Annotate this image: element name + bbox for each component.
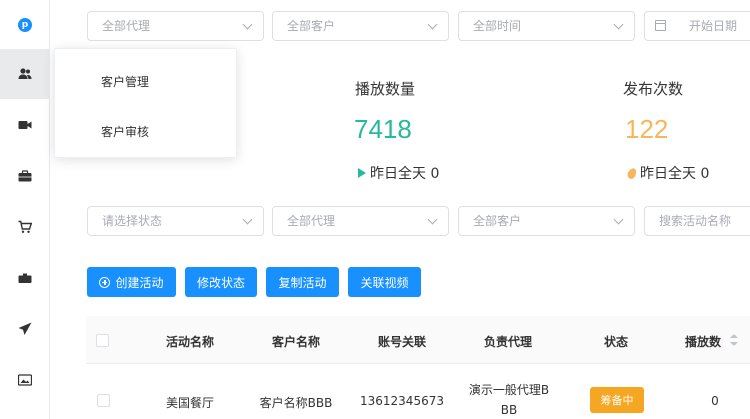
row-agent-line2: BB [500, 403, 518, 417]
link-video-button[interactable]: 关联视频 [348, 267, 421, 297]
publishes-stat-yesterday-text: 昨日全天 0 [640, 166, 710, 182]
publishes-stat-label: 发布次数 [623, 80, 684, 98]
create-activity-label: 创建活动 [115, 275, 164, 290]
link-video-label: 关联视频 [360, 275, 409, 290]
list-agent-filter-select[interactable]: 全部代理 [272, 206, 449, 236]
sidebar-item-video[interactable] [0, 100, 50, 150]
row-customer-name: 客户名称BBB [259, 396, 333, 410]
chevron-down-icon [427, 19, 438, 30]
copy-activity-button[interactable]: 复制活动 [266, 267, 339, 297]
chevron-down-icon [613, 214, 624, 225]
sidebar-item-customers[interactable] [0, 49, 50, 99]
status-badge: 筹备中 [590, 387, 644, 413]
sort-icon[interactable] [730, 334, 738, 346]
sidebar-item-home[interactable]: p [0, 0, 50, 50]
agent-filter-select[interactable]: 全部代理 [87, 11, 264, 41]
time-filter-select[interactable]: 全部时间 [458, 11, 635, 41]
suitcase-icon [18, 273, 32, 283]
send-icon [18, 322, 32, 335]
customer-filter-select[interactable]: 全部客户 [272, 11, 449, 41]
list-agent-filter-value: 全部代理 [287, 214, 336, 228]
row-agent-line1: 演示一般代理B [468, 383, 550, 397]
play-icon [358, 168, 366, 178]
plays-stat-label: 播放数量 [355, 80, 416, 98]
plays-stat-yesterday-text: 昨日全天 0 [370, 166, 440, 182]
sidebar-item-work[interactable] [0, 253, 50, 303]
table-header: 活动名称 客户名称 账号关联 负责代理 状态 播放数 [86, 316, 750, 364]
status-filter-value: 请选择状态 [102, 214, 163, 228]
chevron-down-icon [427, 214, 438, 225]
column-agent[interactable]: 负责代理 [472, 333, 544, 350]
row-activity-name: 美国餐厅 [165, 396, 214, 410]
time-filter-value: 全部时间 [473, 19, 522, 33]
customer-filter-value: 全部客户 [287, 19, 336, 33]
chevron-down-icon [613, 19, 624, 30]
image-icon [18, 374, 32, 386]
list-customer-filter-value: 全部客户 [473, 214, 522, 228]
sidebar-item-business[interactable] [0, 151, 50, 201]
sidebar-item-media[interactable] [0, 355, 50, 405]
calendar-icon [655, 20, 666, 31]
customer-submenu: 客户管理 客户审核 [54, 48, 237, 158]
plays-stat-value: 7418 [354, 114, 412, 144]
column-activity-name[interactable]: 活动名称 [154, 333, 226, 350]
sidebar: p [0, 0, 50, 419]
column-customer-name[interactable]: 客户名称 [260, 333, 332, 350]
sidebar-item-publish[interactable] [0, 304, 50, 354]
activity-search-placeholder: 搜索活动名称 [659, 214, 732, 228]
column-status[interactable]: 状态 [580, 333, 652, 350]
logo-icon: p [18, 18, 32, 32]
select-all-checkbox[interactable] [96, 334, 109, 347]
plus-circle-icon [99, 276, 111, 288]
copy-activity-label: 复制活动 [278, 275, 327, 290]
drop-icon [626, 166, 638, 180]
row-account: 13612345673 [360, 394, 444, 408]
modify-status-button[interactable]: 修改状态 [185, 267, 257, 297]
row-checkbox[interactable] [97, 394, 110, 407]
create-activity-button[interactable]: 创建活动 [87, 267, 176, 297]
chevron-down-icon [242, 19, 253, 30]
start-date-placeholder: 开始日期 [689, 19, 738, 33]
start-date-picker[interactable]: 开始日期 [644, 11, 750, 41]
column-plays[interactable]: 播放数 [680, 333, 726, 350]
agent-filter-value: 全部代理 [102, 19, 151, 33]
chevron-down-icon [242, 214, 253, 225]
publishes-stat-value: 122 [625, 114, 669, 144]
activity-search-input[interactable]: 搜索活动名称 [644, 206, 750, 236]
status-filter-select[interactable]: 请选择状态 [87, 206, 264, 236]
cart-icon [18, 220, 32, 233]
publishes-stat-yesterday: 昨日全天 0 [626, 163, 710, 183]
modify-status-label: 修改状态 [196, 275, 245, 290]
column-account-link[interactable]: 账号关联 [366, 333, 438, 350]
video-icon [18, 121, 32, 129]
row-plays: 0 [711, 394, 719, 408]
sidebar-item-shop[interactable] [0, 202, 50, 252]
list-customer-filter-select[interactable]: 全部客户 [458, 206, 635, 236]
menu-item-customer-review[interactable]: 客户审核 [101, 123, 149, 140]
briefcase-icon [18, 170, 32, 182]
plays-stat-yesterday: 昨日全天 0 [358, 163, 439, 183]
menu-item-customer-management[interactable]: 客户管理 [101, 73, 149, 90]
users-icon [18, 68, 32, 79]
